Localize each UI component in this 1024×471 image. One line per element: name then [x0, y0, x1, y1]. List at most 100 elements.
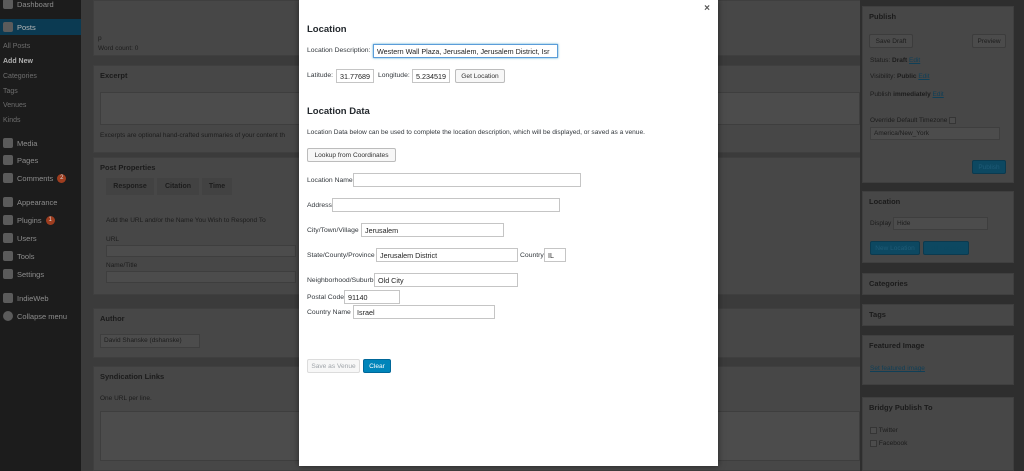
save-as-venue-button[interactable]: Save as Venue — [307, 359, 360, 373]
sidebar-sub-venues[interactable]: Venues — [3, 102, 26, 109]
country-label: Country — [520, 252, 544, 259]
publish-title: Publish — [869, 12, 897, 21]
pages-icon — [3, 155, 13, 165]
location-data-description: Location Data below can be used to compl… — [307, 129, 645, 136]
author-select[interactable]: David Shanske (dshanske) — [100, 334, 200, 348]
latitude-input[interactable]: 31.77689 — [336, 69, 374, 83]
new-location-button[interactable]: New Location — [870, 241, 920, 255]
longitude-label: Longitude: — [378, 72, 410, 79]
override-timezone-label: Override Default Timezone — [870, 117, 948, 125]
sidebar-sub-add-new[interactable]: Add New — [3, 58, 33, 65]
sidebar-item-label: Users — [17, 233, 37, 243]
location-name-label: Location Name — [307, 177, 353, 184]
sidebar-item-plugins[interactable]: Plugins 1 — [0, 212, 81, 228]
sidebar-sub-all-posts[interactable]: All Posts — [3, 43, 30, 50]
country-name-input[interactable]: Israel — [353, 305, 495, 319]
status-line: Status: Draft Edit — [870, 57, 920, 64]
set-featured-image-link[interactable]: Set featured image — [870, 365, 925, 372]
tags-title: Tags — [869, 310, 886, 319]
sidebar-sub-tags[interactable]: Tags — [3, 88, 18, 95]
sidebar-item-collapse[interactable]: Collapse menu — [0, 308, 81, 324]
neighborhood-input[interactable]: Old City — [374, 273, 518, 287]
sidebar-item-tools[interactable]: Tools — [0, 248, 81, 264]
tags-box[interactable]: Tags — [862, 304, 1014, 326]
country-input[interactable]: IL — [544, 248, 566, 262]
sidebar-item-settings[interactable]: Settings — [0, 266, 81, 282]
lookup-coordinates-button[interactable]: Lookup from Coordinates — [307, 148, 396, 162]
sidebar-item-indieweb[interactable]: IndieWeb — [0, 290, 81, 306]
location-title: Location — [869, 197, 901, 206]
timezone-value: America/New_York — [874, 130, 930, 137]
featured-image-box: Featured Image Set featured image — [862, 335, 1014, 385]
url-label: URL — [106, 236, 120, 243]
post-properties-intro: Add the URL and/or the Name You Wish to … — [106, 217, 266, 224]
location-description-label: Location Description: — [307, 47, 371, 54]
sidebar-item-label: Comments — [17, 173, 54, 183]
save-draft-button[interactable]: Save Draft — [869, 34, 913, 48]
sidebar-item-comments[interactable]: Comments 2 — [0, 170, 81, 186]
location-display-value: Hide — [897, 220, 911, 227]
sidebar-item-users[interactable]: Users — [0, 230, 81, 246]
bridgy-option-twitter[interactable]: Twitter — [870, 427, 898, 434]
city-input[interactable]: Jerusalem — [361, 223, 504, 237]
syndication-title: Syndication Links — [100, 372, 165, 381]
url-input[interactable] — [106, 245, 296, 257]
name-title-label: Name/Title — [106, 262, 138, 269]
status-edit-link[interactable]: Edit — [909, 57, 920, 64]
edit-location-button[interactable]: Edit Location — [923, 241, 969, 255]
name-title-input[interactable] — [106, 271, 296, 283]
state-input[interactable]: Jerusalem District — [376, 248, 518, 262]
sidebar-item-pages[interactable]: Pages — [0, 152, 81, 168]
collapse-icon — [3, 311, 13, 321]
appearance-icon — [3, 197, 13, 207]
address-label: Address — [307, 202, 332, 209]
twitter-checkbox[interactable] — [870, 427, 877, 434]
location-description-input[interactable]: Western Wall Plaza, Jerusalem, Jerusalem… — [373, 44, 558, 58]
sidebar-item-appearance[interactable]: Appearance — [0, 194, 81, 210]
publish-time-line: Publish immediately Edit — [870, 91, 944, 98]
sidebar-item-posts[interactable]: Posts — [0, 19, 81, 35]
sidebar-item-media[interactable]: Media — [0, 135, 81, 151]
author-title: Author — [100, 314, 125, 323]
close-icon[interactable]: × — [700, 1, 714, 15]
sidebar-item-label: Pages — [17, 155, 39, 165]
facebook-checkbox[interactable] — [870, 440, 877, 447]
editor-sidebar: Publish Save Draft Preview Status: Draft… — [860, 0, 1024, 471]
status-label: Status: — [870, 57, 891, 64]
visibility-edit-link[interactable]: Edit — [918, 73, 929, 80]
location-name-input[interactable] — [353, 173, 581, 187]
visibility-label: Visibility: — [870, 73, 896, 80]
sidebar-item-label: Collapse menu — [17, 311, 68, 321]
tab-time[interactable]: Time — [202, 178, 232, 195]
comments-count-badge: 2 — [57, 173, 67, 183]
sidebar-sub-categories[interactable]: Categories — [3, 73, 37, 80]
publish-button[interactable]: Publish — [972, 160, 1006, 174]
timezone-select[interactable]: America/New_York — [870, 127, 1000, 140]
get-location-button[interactable]: Get Location — [455, 69, 505, 83]
sidebar-item-dashboard[interactable]: Dashboard — [0, 0, 81, 12]
override-timezone-checkbox[interactable] — [949, 117, 957, 124]
visibility-line: Visibility: Public Edit — [870, 73, 930, 80]
location-box: Location Display Hide New Location Edit … — [862, 191, 1014, 263]
sidebar-item-label: Plugins — [17, 215, 42, 225]
categories-title: Categories — [869, 279, 908, 288]
clear-button[interactable]: Clear — [363, 359, 391, 373]
post-properties-title: Post Properties — [100, 163, 156, 172]
publish-time-value: immediately — [893, 91, 931, 98]
location-display-label: Display — [870, 220, 892, 227]
tab-citation[interactable]: Citation — [157, 178, 199, 195]
sidebar-sub-kinds[interactable]: Kinds — [3, 117, 21, 124]
preview-button[interactable]: Preview — [972, 34, 1006, 48]
latitude-label: Latitude: — [307, 72, 334, 79]
publish-time-edit-link[interactable]: Edit — [933, 91, 944, 98]
sidebar-item-label: Appearance — [17, 197, 58, 207]
categories-box[interactable]: Categories — [862, 273, 1014, 295]
bridgy-option-facebook[interactable]: Facebook — [870, 440, 907, 447]
location-display-select[interactable]: Hide — [893, 217, 988, 230]
settings-icon — [3, 269, 13, 279]
sidebar-item-label: Posts — [17, 22, 36, 32]
postal-code-input[interactable]: 91140 — [344, 290, 400, 304]
longitude-input[interactable]: 5.234519 — [412, 69, 450, 83]
tab-response[interactable]: Response — [106, 178, 154, 195]
address-input[interactable] — [332, 198, 560, 212]
